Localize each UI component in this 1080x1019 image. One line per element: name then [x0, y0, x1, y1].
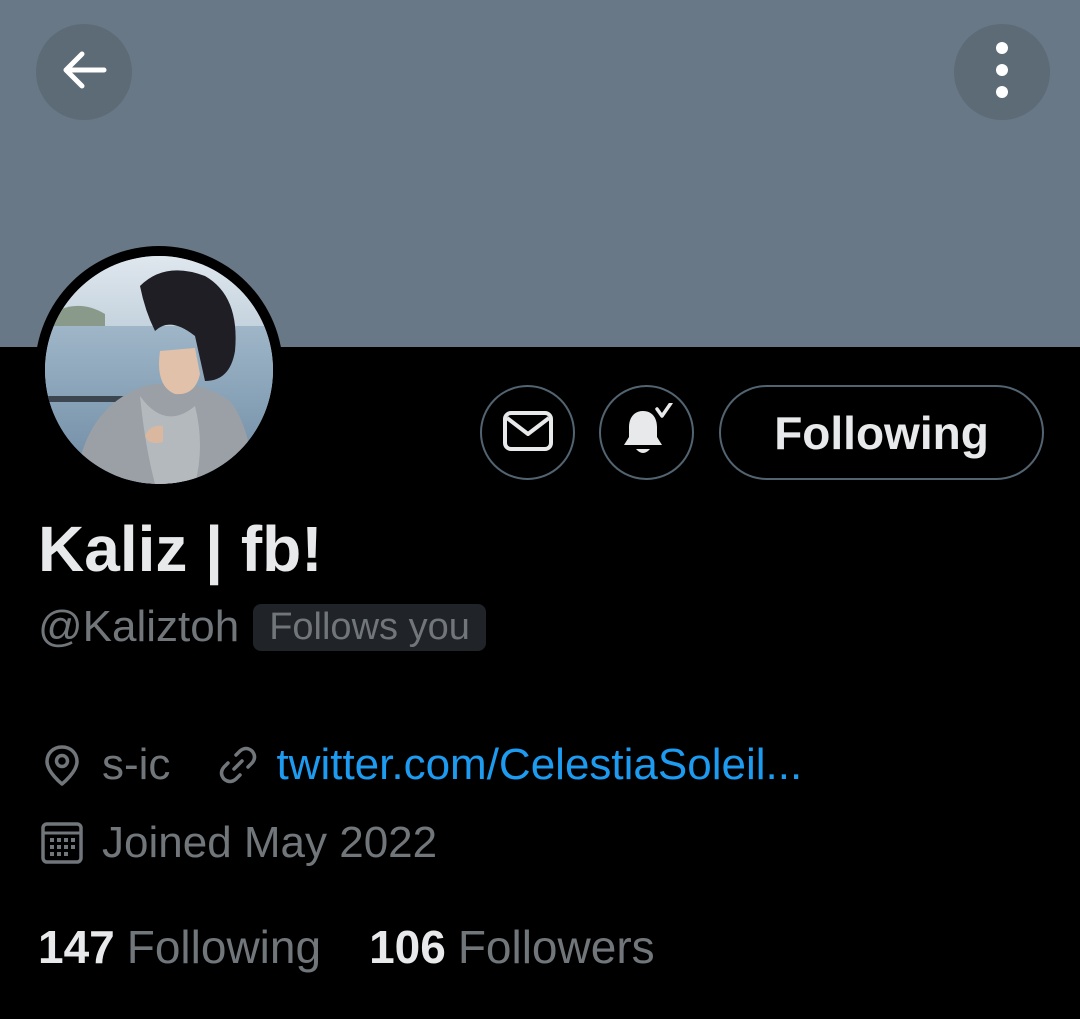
- follow-stats: 147 Following 106 Followers: [38, 920, 655, 974]
- link-icon: [214, 741, 262, 789]
- location-text: s-ic: [102, 740, 171, 789]
- website-link[interactable]: twitter.com/CelestiaSoleil...: [276, 740, 802, 790]
- more-vertical-icon: [992, 40, 1012, 104]
- followers-label: Followers: [457, 921, 655, 973]
- avatar-frame[interactable]: [35, 246, 283, 494]
- handle-row: @Kaliztoh Follows you: [38, 602, 486, 652]
- joined-date: Joined May 2022: [102, 818, 438, 867]
- followers-count: 106: [369, 921, 446, 973]
- following-button[interactable]: Following: [719, 385, 1044, 480]
- more-options-button[interactable]: [954, 24, 1050, 120]
- profile-page: Following Kaliz | fb! @Kaliztoh Follows …: [0, 0, 1080, 1019]
- bell-check-icon: [619, 400, 675, 463]
- notifications-button[interactable]: [599, 385, 694, 480]
- following-label: Following: [126, 921, 322, 973]
- profile-meta-row: s-ic twitter.com/CelestiaSoleil...: [38, 740, 802, 790]
- calendar-icon: [38, 819, 86, 867]
- display-name: Kaliz | fb!: [38, 513, 323, 585]
- followers-stat[interactable]: 106 Followers: [369, 920, 655, 974]
- user-handle: @Kaliztoh: [38, 602, 240, 651]
- mail-icon: [502, 409, 554, 457]
- message-button[interactable]: [480, 385, 575, 480]
- arrow-left-icon: [58, 44, 110, 100]
- back-button[interactable]: [36, 24, 132, 120]
- location-pin-icon: [38, 741, 86, 789]
- follows-you-badge: Follows you: [253, 603, 486, 651]
- following-count: 147: [38, 921, 115, 973]
- joined-row: Joined May 2022: [38, 818, 437, 868]
- following-stat[interactable]: 147 Following: [38, 920, 321, 974]
- avatar: [45, 256, 273, 484]
